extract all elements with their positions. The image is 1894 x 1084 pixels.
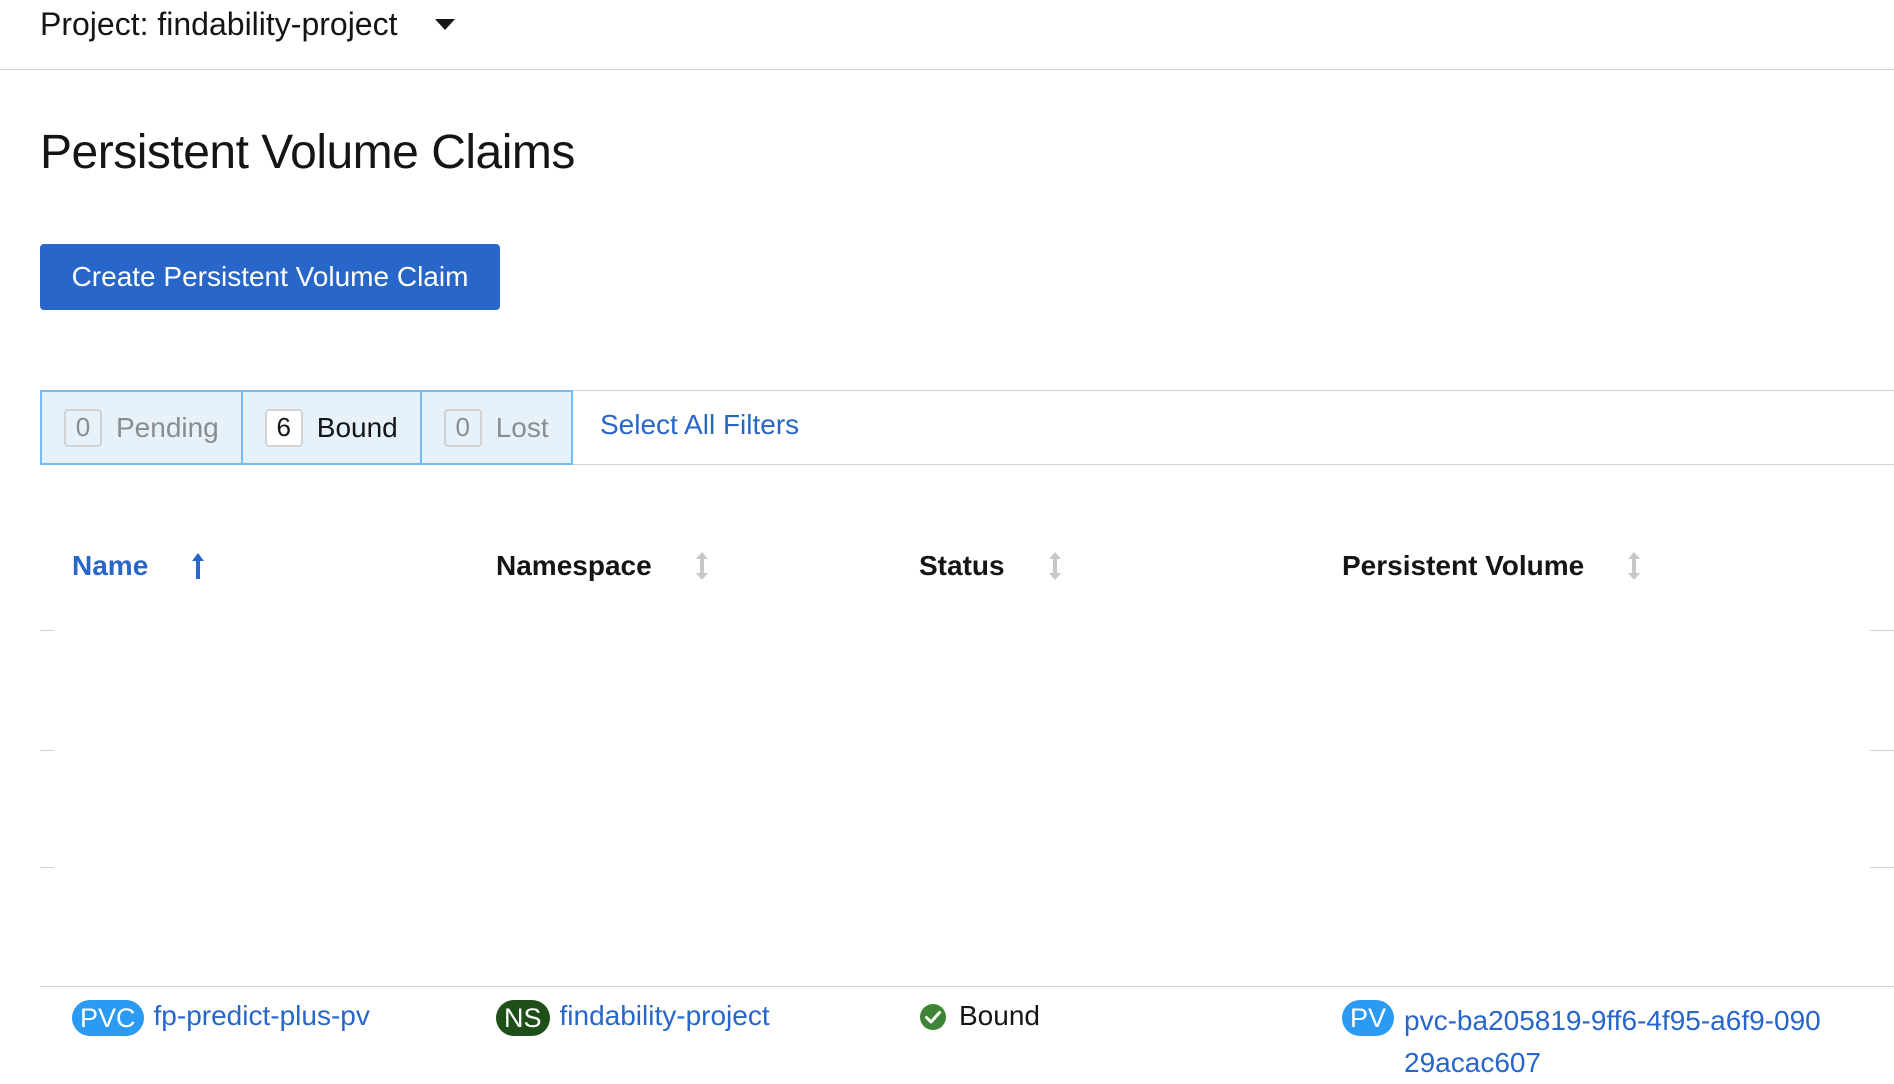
column-label: Status <box>919 550 1005 581</box>
column-header-namespace[interactable]: Namespace <box>496 550 712 582</box>
cell-status: Bound <box>919 1000 1040 1032</box>
caret-down-icon <box>435 19 456 30</box>
status-filter-group: 0 Pending 6 Bound 0 Lost <box>40 390 573 465</box>
sort-icon <box>1048 552 1061 580</box>
row-divider <box>40 867 54 868</box>
column-header-name[interactable]: Name <box>72 550 208 582</box>
pvc-name-link[interactable]: fp-predict-plus-pv <box>154 1000 370 1032</box>
filter-pending[interactable]: 0 Pending <box>40 390 243 465</box>
select-all-filters-link[interactable]: Select All Filters <box>600 409 799 441</box>
pvc-badge: PVC <box>72 1000 144 1036</box>
cell-name: PVC fp-predict-plus-pv <box>72 1000 370 1036</box>
arrow-up-icon <box>192 553 205 579</box>
row-divider <box>40 630 54 631</box>
column-label: Name <box>72 550 149 581</box>
pv-badge: PV <box>1342 1000 1395 1036</box>
filter-label: Pending <box>116 411 219 443</box>
row-divider <box>40 986 1894 987</box>
column-header-status[interactable]: Status <box>919 550 1065 582</box>
project-selector[interactable]: Project: findability-project <box>40 6 456 43</box>
row-divider <box>40 750 54 751</box>
cell-namespace: NS findability-project <box>496 1000 770 1036</box>
filter-label: Bound <box>316 411 398 443</box>
filter-row: 0 Pending 6 Bound 0 Lost Select All Filt… <box>40 390 1894 465</box>
row-divider <box>1870 630 1894 631</box>
filter-lost[interactable]: 0 Lost <box>421 390 573 465</box>
filter-label: Lost <box>495 411 549 443</box>
sort-icon <box>1628 552 1641 580</box>
sort-icon <box>695 552 708 580</box>
persistent-volume-link[interactable]: pvc-ba205819-9ff6-4f95-a6f9-09029acac607 <box>1404 1000 1824 1084</box>
filter-count: 0 <box>443 408 482 447</box>
table-row: PVC fp-predict-plus-pv NS findability-pr… <box>40 1000 1894 1084</box>
column-label: Namespace <box>496 550 652 581</box>
filter-bound[interactable]: 6 Bound <box>242 390 422 465</box>
create-pvc-button[interactable]: Create Persistent Volume Claim <box>40 244 500 310</box>
filter-count: 6 <box>264 408 303 447</box>
filter-count: 0 <box>64 408 102 447</box>
ns-badge: NS <box>496 1000 550 1036</box>
project-bar: Project: findability-project <box>0 0 1894 70</box>
cell-persistent-volume: PV pvc-ba205819-9ff6-4f95-a6f9-09029acac… <box>1342 1000 1824 1084</box>
check-circle-icon <box>920 1004 946 1030</box>
row-divider <box>1870 750 1894 751</box>
page-title: Persistent Volume Claims <box>40 126 575 179</box>
project-label: Project: findability-project <box>40 6 398 42</box>
column-header-persistent-volume[interactable]: Persistent Volume <box>1342 550 1644 582</box>
namespace-link[interactable]: findability-project <box>560 1000 770 1032</box>
column-label: Persistent Volume <box>1342 550 1585 581</box>
row-divider <box>1870 867 1894 868</box>
table-header: Name Namespace Status Persistent Volume <box>40 550 1894 600</box>
status-text: Bound <box>959 1000 1040 1031</box>
